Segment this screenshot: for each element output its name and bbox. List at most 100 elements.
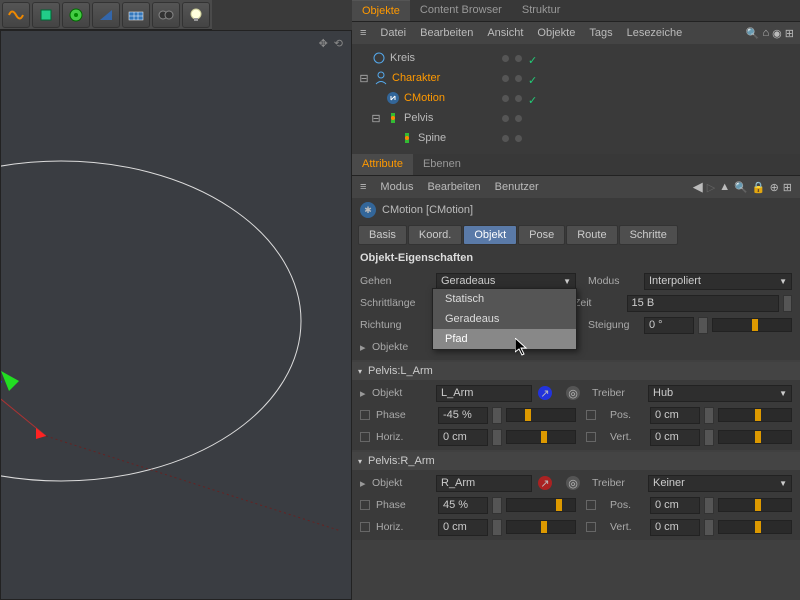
spinner[interactable] <box>492 429 502 446</box>
menu-ansicht[interactable]: Ansicht <box>487 27 523 39</box>
slider-pos-rarm[interactable] <box>718 498 792 512</box>
input-horiz-larm[interactable] <box>438 429 488 446</box>
subtab-pose[interactable]: Pose <box>518 225 565 245</box>
slider-steigung[interactable] <box>712 318 792 332</box>
popup-item-pfad[interactable]: Pfad <box>433 329 576 349</box>
subtab-route[interactable]: Route <box>566 225 617 245</box>
slider-vert-larm[interactable] <box>718 430 792 444</box>
tool-cube-icon[interactable] <box>32 2 60 28</box>
nav-fwd-icon[interactable]: ▷ <box>707 181 715 194</box>
viewport-nav-icon[interactable]: ⟲ <box>334 37 343 50</box>
checkbox-horiz[interactable] <box>360 522 370 532</box>
tab-content-browser[interactable]: Content Browser <box>410 0 512 21</box>
input-pos-larm[interactable] <box>650 407 700 424</box>
checkbox-pos[interactable] <box>586 500 596 510</box>
menu-tags[interactable]: Tags <box>589 27 612 39</box>
checkbox-vert[interactable] <box>586 522 596 532</box>
input-horiz-rarm[interactable] <box>438 519 488 536</box>
dropdown-treiber-larm[interactable]: Hub▼ <box>648 385 792 402</box>
input-phase-larm[interactable] <box>438 407 488 424</box>
input-phase-rarm[interactable] <box>438 497 488 514</box>
expand-icon[interactable]: ▸ <box>360 387 368 400</box>
popup-item-geradeaus[interactable]: Geradeaus <box>433 309 576 329</box>
dropdown-gehen[interactable]: Geradeaus▼ <box>436 273 576 290</box>
picker-icon[interactable]: ◎ <box>566 386 580 400</box>
subtab-basis[interactable]: Basis <box>358 225 407 245</box>
slider-horiz-larm[interactable] <box>506 430 576 444</box>
popup-item-statisch[interactable]: Statisch <box>433 289 576 309</box>
nav-back-icon[interactable]: ◀ <box>693 179 703 195</box>
checkbox-phase[interactable] <box>360 500 370 510</box>
menu-icon[interactable]: ⊞ <box>783 181 792 194</box>
menu-modus[interactable]: Modus <box>380 181 413 193</box>
tab-struktur[interactable]: Struktur <box>512 0 571 21</box>
collapse-icon[interactable]: ⊟ <box>358 72 370 85</box>
tool-wedge-icon[interactable] <box>92 2 120 28</box>
menu-benutzer[interactable]: Benutzer <box>495 181 539 193</box>
tool-snake-icon[interactable] <box>2 2 30 28</box>
tree-item-charakter[interactable]: ⊟ Charakter ✓ <box>352 68 800 88</box>
spinner[interactable] <box>698 317 708 334</box>
menu-lesezeichen[interactable]: Lesezeiche <box>627 27 683 39</box>
input-zeit[interactable] <box>627 295 779 312</box>
checkbox-vert[interactable] <box>586 432 596 442</box>
input-objekt-rarm[interactable] <box>436 475 532 492</box>
slider-pos-larm[interactable] <box>718 408 792 422</box>
tool-grid-icon[interactable] <box>122 2 150 28</box>
subtab-schritte[interactable]: Schritte <box>619 225 678 245</box>
lock-icon[interactable]: 🔒 <box>752 181 766 194</box>
link-icon[interactable]: ↗ <box>538 476 552 490</box>
checkbox-horiz[interactable] <box>360 432 370 442</box>
tool-gear-icon[interactable] <box>62 2 90 28</box>
dropdown-treiber-rarm[interactable]: Keiner▼ <box>648 475 792 492</box>
home-icon[interactable]: ⌂ <box>763 27 770 39</box>
subtab-objekt[interactable]: Objekt <box>463 225 517 245</box>
link-icon[interactable]: ↗ <box>538 386 552 400</box>
search-icon[interactable]: 🔍 <box>746 27 760 40</box>
spinner[interactable] <box>492 407 502 424</box>
tree-item-pelvis[interactable]: ⊟ Pelvis <box>352 108 800 128</box>
viewport-nav-icon[interactable]: ✥ <box>319 37 328 50</box>
menu-bearbeiten[interactable]: Bearbeiten <box>420 27 473 39</box>
input-vert-rarm[interactable] <box>650 519 700 536</box>
input-steigung[interactable] <box>644 317 694 334</box>
subtab-koord[interactable]: Koord. <box>408 225 462 245</box>
spinner[interactable] <box>492 497 502 514</box>
input-vert-larm[interactable] <box>650 429 700 446</box>
slider-phase-rarm[interactable] <box>506 498 576 512</box>
picker-icon[interactable]: ◎ <box>566 476 580 490</box>
search-icon[interactable]: 🔍 <box>734 181 748 194</box>
collapse-icon[interactable]: ⊟ <box>370 112 382 125</box>
group-header-rarm[interactable]: ▾ Pelvis:R_Arm <box>352 452 800 470</box>
checkbox-phase[interactable] <box>360 410 370 420</box>
expand-icon[interactable]: ▸ <box>360 477 368 490</box>
hamburger-icon[interactable]: ≡ <box>360 27 366 39</box>
slider-horiz-rarm[interactable] <box>506 520 576 534</box>
hamburger-icon[interactable]: ≡ <box>360 181 366 193</box>
tree-item-spine[interactable]: Spine <box>352 128 800 148</box>
spinner[interactable] <box>704 429 714 446</box>
spinner[interactable] <box>704 407 714 424</box>
spinner[interactable] <box>783 295 792 312</box>
viewport[interactable]: ✥ ⟲ <box>0 30 352 600</box>
tool-goggles-icon[interactable] <box>152 2 180 28</box>
tool-bulb-icon[interactable] <box>182 2 210 28</box>
eye-icon[interactable]: ◉ <box>772 27 782 40</box>
tab-ebenen[interactable]: Ebenen <box>413 154 471 175</box>
menu-icon[interactable]: ⊞ <box>785 27 794 40</box>
dropdown-modus[interactable]: Interpoliert▼ <box>644 273 792 290</box>
spinner[interactable] <box>704 497 714 514</box>
menu-bearbeiten[interactable]: Bearbeiten <box>427 181 480 193</box>
input-pos-rarm[interactable] <box>650 497 700 514</box>
menu-objekte[interactable]: Objekte <box>537 27 575 39</box>
checkbox-pos[interactable] <box>586 410 596 420</box>
group-header-larm[interactable]: ▾ Pelvis:L_Arm <box>352 362 800 380</box>
tree-item-cmotion[interactable]: CMotion ✓ <box>352 88 800 108</box>
tab-attribute[interactable]: Attribute <box>352 154 413 175</box>
tree-item-kreis[interactable]: Kreis ✓ <box>352 48 800 68</box>
nav-up-icon[interactable]: ▲ <box>719 181 730 193</box>
slider-vert-rarm[interactable] <box>718 520 792 534</box>
input-objekt-larm[interactable] <box>436 385 532 402</box>
spinner[interactable] <box>704 519 714 536</box>
spinner[interactable] <box>492 519 502 536</box>
